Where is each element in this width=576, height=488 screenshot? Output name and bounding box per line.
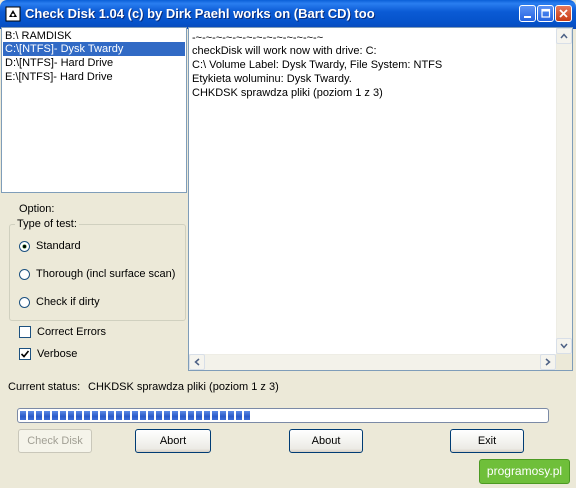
radio-standard-label: Standard bbox=[36, 240, 81, 252]
progress-block bbox=[92, 411, 98, 420]
chevron-right-icon bbox=[545, 358, 551, 366]
status-value: CHKDSK sprawdza pliki (poziom 1 z 3) bbox=[88, 381, 279, 393]
progress-block bbox=[28, 411, 34, 420]
scroll-down-button[interactable] bbox=[556, 338, 572, 354]
drive-item-e[interactable]: E:\[NTFS]- Hard Drive bbox=[3, 70, 185, 84]
vertical-scrollbar[interactable] bbox=[556, 28, 572, 354]
progress-block bbox=[172, 411, 178, 420]
progress-block bbox=[84, 411, 90, 420]
progress-bar bbox=[17, 408, 549, 423]
chevron-left-icon bbox=[194, 358, 200, 366]
verbose-label: Verbose bbox=[37, 348, 78, 360]
drive-list[interactable]: B:\ RAMDISK C:\[NTFS]- Dysk Twardy D:\[N… bbox=[1, 27, 187, 193]
radio-standard[interactable]: Standard bbox=[19, 238, 81, 254]
progress-block bbox=[52, 411, 58, 420]
progress-block bbox=[100, 411, 106, 420]
drive-item-b[interactable]: B:\ RAMDISK bbox=[3, 29, 185, 43]
progress-block bbox=[220, 411, 226, 420]
chevron-up-icon bbox=[560, 33, 568, 39]
progress-block bbox=[236, 411, 242, 420]
log-line: -~-~-~-~-~-~-~-~-~-~-~-~-~ bbox=[192, 32, 324, 44]
status-label: Current status: bbox=[8, 381, 81, 393]
progress-block bbox=[244, 411, 250, 420]
progress-block bbox=[148, 411, 154, 420]
horizontal-scrollbar[interactable] bbox=[189, 354, 556, 370]
window-title: Check Disk 1.04 (c) by Dirk Paehl works … bbox=[25, 6, 375, 21]
verbose-checkbox[interactable]: Verbose bbox=[19, 346, 77, 362]
drive-item-c[interactable]: C:\[NTFS]- Dysk Twardy bbox=[3, 42, 185, 56]
watermark-logo: programosy.pl bbox=[479, 459, 570, 484]
radio-icon[interactable] bbox=[19, 268, 30, 280]
progress-block bbox=[116, 411, 122, 420]
progress-block bbox=[36, 411, 42, 420]
minimize-button[interactable] bbox=[519, 5, 536, 22]
progress-fill bbox=[20, 411, 546, 420]
minimize-icon bbox=[524, 16, 531, 18]
progress-block bbox=[44, 411, 50, 420]
options-panel: Option: Type of test: Standard Thorough … bbox=[1, 193, 187, 373]
progress-block bbox=[68, 411, 74, 420]
progress-block bbox=[76, 411, 82, 420]
log-line: Etykieta woluminu: Dysk Twardy. bbox=[192, 73, 352, 85]
progress-block bbox=[204, 411, 210, 420]
checkbox-checked-icon[interactable] bbox=[19, 348, 31, 360]
scroll-corner bbox=[556, 354, 572, 370]
progress-block bbox=[188, 411, 194, 420]
maximize-button[interactable] bbox=[537, 5, 554, 22]
radio-icon[interactable] bbox=[19, 240, 30, 252]
exit-button[interactable]: Exit bbox=[450, 429, 524, 453]
chevron-down-icon bbox=[560, 343, 568, 349]
type-of-test-label: Type of test: bbox=[15, 218, 79, 230]
radio-thorough[interactable]: Thorough (incl surface scan) bbox=[19, 266, 175, 282]
radio-icon[interactable] bbox=[19, 296, 30, 308]
drive-item-d[interactable]: D:\[NTFS]- Hard Drive bbox=[3, 56, 185, 70]
progress-block bbox=[132, 411, 138, 420]
title-bar[interactable]: Check Disk 1.04 (c) by Dirk Paehl works … bbox=[0, 0, 576, 29]
radio-check-if-dirty-label: Check if dirty bbox=[36, 296, 100, 308]
progress-block bbox=[156, 411, 162, 420]
correct-errors-checkbox[interactable]: Correct Errors bbox=[19, 324, 106, 340]
app-icon bbox=[5, 6, 21, 22]
radio-check-if-dirty[interactable]: Check if dirty bbox=[19, 294, 100, 310]
correct-errors-label: Correct Errors bbox=[37, 326, 107, 338]
log-line: checkDisk will work now with drive: C: bbox=[192, 45, 377, 57]
scroll-right-button[interactable] bbox=[540, 354, 556, 370]
close-icon bbox=[559, 9, 568, 18]
progress-block bbox=[228, 411, 234, 420]
about-button[interactable]: About bbox=[289, 429, 363, 453]
log-line: CHKDSK sprawdza pliki (poziom 1 z 3) bbox=[192, 87, 383, 99]
progress-block bbox=[124, 411, 130, 420]
options-title: Option: bbox=[19, 203, 55, 215]
log-line: C:\ Volume Label: Dysk Twardy, File Syst… bbox=[192, 59, 443, 71]
progress-block bbox=[212, 411, 218, 420]
progress-block bbox=[180, 411, 186, 420]
progress-block bbox=[60, 411, 66, 420]
close-button[interactable] bbox=[555, 5, 572, 22]
checkbox-icon[interactable] bbox=[19, 326, 31, 338]
check-disk-window: Check Disk 1.04 (c) by Dirk Paehl works … bbox=[0, 0, 576, 488]
progress-block bbox=[164, 411, 170, 420]
progress-block bbox=[108, 411, 114, 420]
abort-button[interactable]: Abort bbox=[135, 429, 211, 453]
progress-block bbox=[140, 411, 146, 420]
scroll-left-button[interactable] bbox=[189, 354, 205, 370]
progress-block bbox=[196, 411, 202, 420]
radio-thorough-label: Thorough (incl surface scan) bbox=[36, 268, 176, 280]
check-disk-button[interactable]: Check Disk bbox=[18, 429, 92, 453]
progress-block bbox=[20, 411, 26, 420]
scroll-up-button[interactable] bbox=[556, 28, 572, 44]
maximize-icon bbox=[541, 8, 551, 18]
log-output[interactable]: -~-~-~-~-~-~-~-~-~-~-~-~-~ checkDisk wil… bbox=[188, 27, 573, 371]
